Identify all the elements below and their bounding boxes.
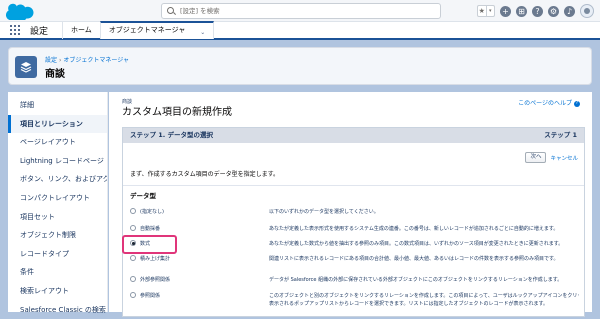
search-icon [167,7,174,14]
page-header: 設定 › オブジェクトマネージャ 商談 [8,47,592,85]
help-link[interactable]: このページのヘルプ? [518,98,580,107]
app-nav-bar: 設定 ホーム オブジェクトマネージャ ⌄ [0,21,600,40]
step-title: ステップ 1. データ型の選択 [130,131,214,139]
setup-search-input[interactable]: [設定] を検索 [161,3,441,19]
help-icon[interactable]: ? [532,5,543,17]
option-label[interactable]: (指定なし) [140,208,164,215]
sidebar-item-conditions[interactable]: 条件 [8,263,107,282]
page-title: 商談 [45,69,65,80]
sidebar-item-fields-relationships[interactable]: 項目とリレーション [8,114,107,134]
section-title: データ型 [130,192,156,200]
radio-external-lookup[interactable] [130,276,136,282]
salesforce-logo[interactable] [5,3,35,20]
option-description: このオブジェクトと別のオブジェクトをリンクするリレーションを作成します。この項目… [269,293,579,299]
sidebar-item-search-layouts[interactable]: 検索レイアウト [8,282,107,301]
setup-icon[interactable]: ⊞ [516,5,527,17]
breadcrumb-separator: › [59,57,62,64]
radio-lookup[interactable] [130,292,136,298]
app-name: 設定 [30,26,49,37]
radio-roll-up-summary[interactable] [130,255,136,261]
step-counter: ステップ 1 [544,131,577,139]
breadcrumb-object-manager[interactable]: オブジェクトマネージャ [63,57,129,64]
object-sidebar: 詳細 項目とリレーション ページレイアウト Lightning レコードページ … [8,92,108,314]
layers-icon [15,56,37,78]
formula-highlight-box [122,235,177,254]
help-link-label[interactable]: このページのヘルプ [518,100,572,107]
sidebar-item-details[interactable]: 詳細 [8,96,107,115]
chevron-down-icon[interactable]: ▾ [485,6,495,16]
global-header: [設定] を検索 ★ ▾ + ⊞ ? ⚙ ♪ [0,0,600,22]
cancel-link[interactable]: キャンセル [550,154,578,162]
step-header: ステップ 1. データ型の選択 ステップ 1 [123,128,584,143]
radio-auto-number[interactable] [130,225,136,231]
option-label[interactable]: 外部参照関係 [140,276,170,283]
star-icon[interactable]: ★ [478,6,486,16]
option-label[interactable]: 参照関係 [140,292,160,299]
section-divider [123,185,584,186]
option-description: 関連リストに表示されるレコードにある項目の合計値、最小値、最大値、あるいはレコー… [269,256,559,262]
option-description: データが Salesforce 組織の外部に保存されている外部オブジェクトにこの… [269,277,563,283]
tab-label: オブジェクトマネージャ [108,26,186,34]
sidebar-item-classic-search-layouts[interactable]: Salesforce Classic の検索レイ [8,301,107,319]
chevron-down-icon[interactable]: ⌄ [200,26,205,40]
app-launcher-icon[interactable] [10,25,20,35]
search-placeholder: [設定] を検索 [180,7,220,15]
tab-home[interactable]: ホーム [62,21,100,39]
sidebar-item-page-layouts[interactable]: ページレイアウト [8,133,107,152]
option-description-line-2: 表示されるポップアップリストからレコードを選択できます。リストには指定したオブジ… [269,301,549,307]
avatar[interactable] [580,4,594,18]
sidebar-item-lightning-record-pages[interactable]: Lightning レコードページ [8,152,107,171]
sidebar-item-record-types[interactable]: レコードタイプ [8,245,107,264]
sidebar-item-field-sets[interactable]: 項目セット [8,208,107,227]
sidebar-item-object-limits[interactable]: オブジェクト制限 [8,226,107,245]
sidebar-item-buttons-links-actions[interactable]: ボタン、リンク、およびアクション [8,170,107,189]
radio-none[interactable] [130,208,136,214]
breadcrumb-setup[interactable]: 設定 [45,57,57,64]
step-card: ステップ 1. データ型の選択 ステップ 1 次へ キャンセル まず、作成するカ… [122,127,585,317]
bell-icon[interactable]: ♪ [564,5,575,17]
breadcrumb: 設定 › オブジェクトマネージャ [45,55,129,64]
next-button[interactable]: 次へ [525,152,547,163]
step-buttons: 次へ キャンセル [525,152,578,163]
main-content: 商談 カスタム項目の新規作成 このページのヘルプ? ステップ 1. データ型の選… [109,92,592,317]
intro-text: まず、作成するカスタム項目のデータ型を指定します。 [130,171,279,178]
option-description: 以下のいずれかのデータ型を選択してください。 [269,209,379,215]
plus-icon[interactable]: + [500,5,511,17]
gear-icon[interactable]: ⚙ [548,5,559,17]
option-description: あなたが定義した数式から値を抽出する参照のみ項目。この数式項目は、いずれかのソー… [269,241,564,247]
option-label[interactable]: 積み上げ集計 [140,255,170,262]
header-actions: ★ ▾ + ⊞ ? ⚙ ♪ [477,3,594,19]
favorites-button[interactable]: ★ ▾ [477,5,495,17]
option-label[interactable]: 自動採番 [140,225,160,232]
content-title: カスタム項目の新規作成 [122,107,232,118]
tab-object-manager[interactable]: オブジェクトマネージャ ⌄ [99,21,215,40]
help-icon[interactable]: ? [574,100,580,107]
sidebar-item-compact-layouts[interactable]: コンパクトレイアウト [8,189,107,208]
option-description: あなたが定義した表示形式を使用するシステム生成の連番。この番号は、新しいレコード… [269,226,559,232]
